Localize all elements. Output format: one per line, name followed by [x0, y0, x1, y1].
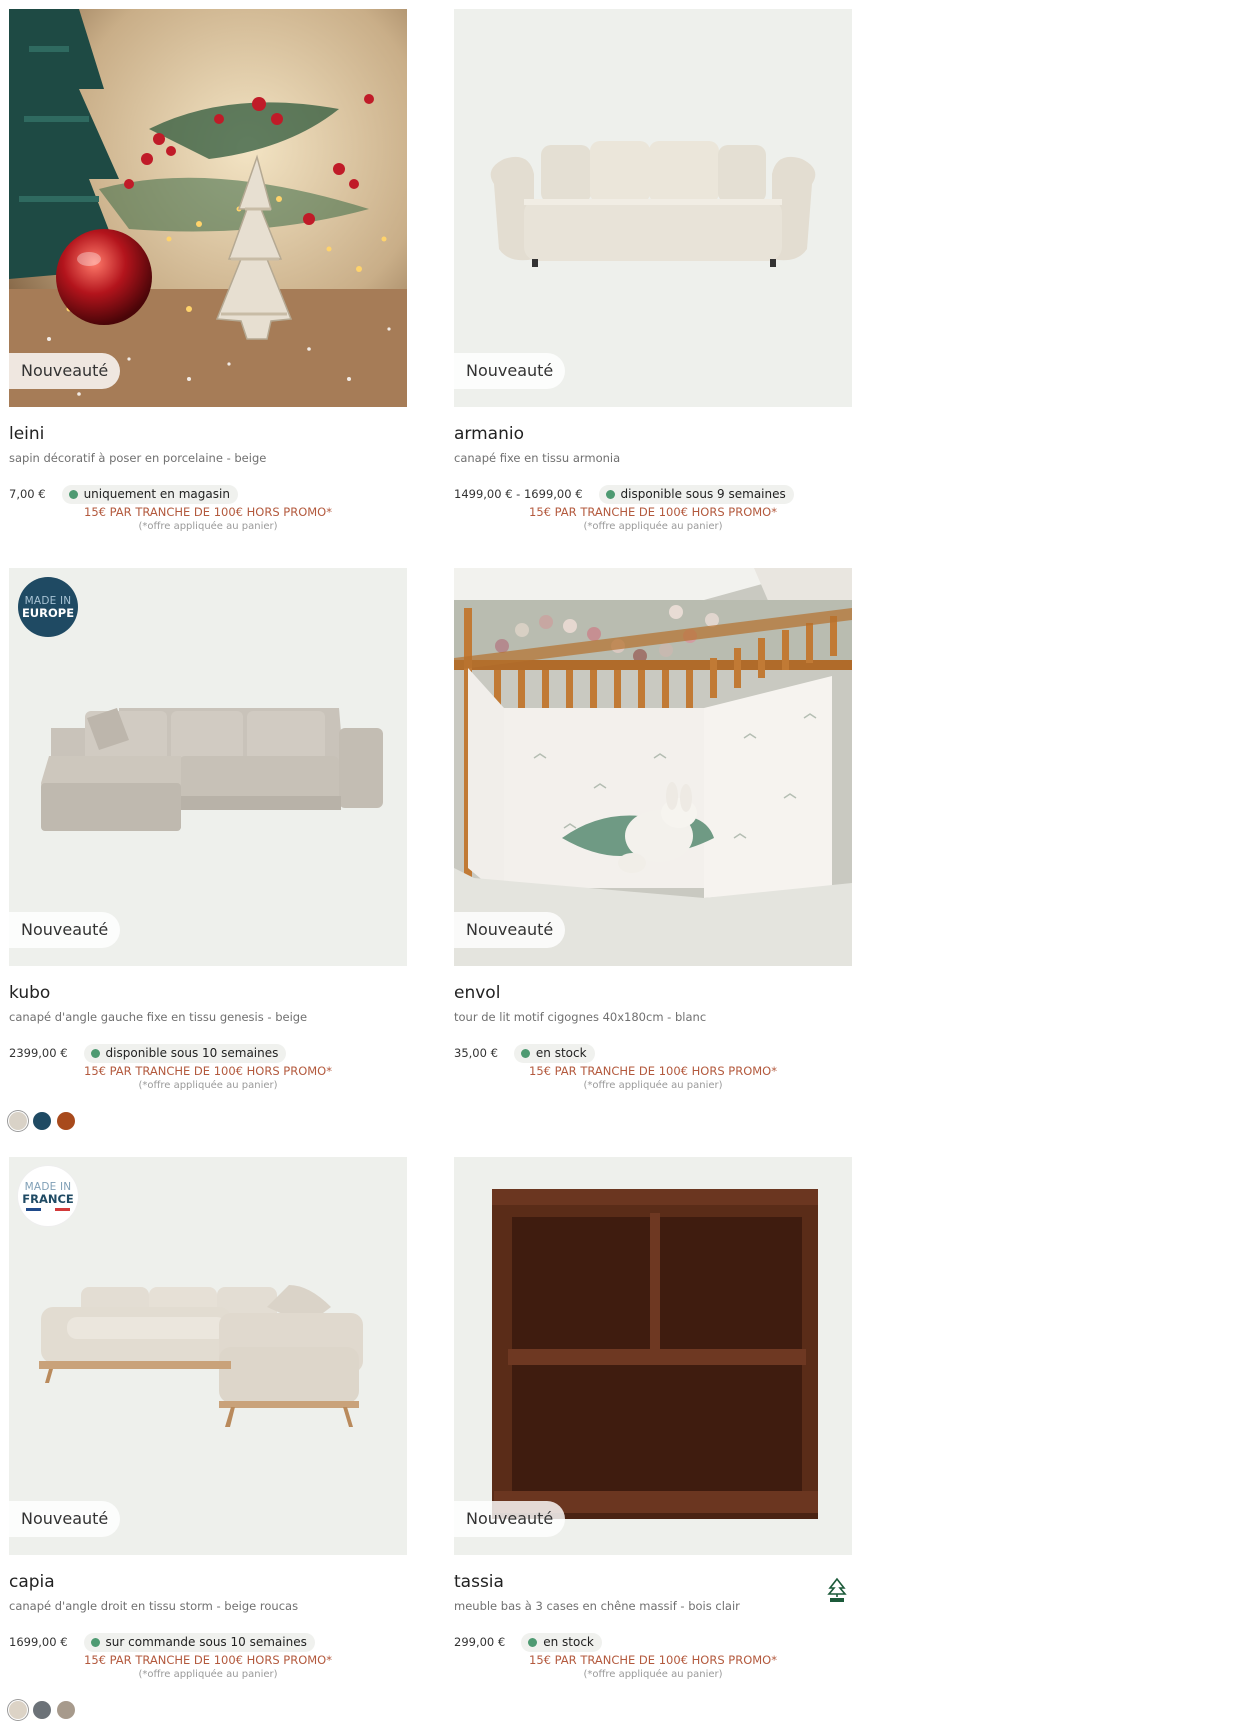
product-price: 2399,00 €	[9, 1046, 68, 1060]
product-card[interactable]: MADE IN FRANCE Nouveauté capia canapé d'…	[9, 1157, 407, 1719]
new-badge: Nouveauté	[454, 912, 566, 948]
availability-label: uniquement en magasin	[83, 487, 230, 501]
product-name[interactable]: envol	[454, 983, 852, 1007]
availability-badge: disponible sous 10 semaines	[83, 1043, 287, 1063]
product-name[interactable]: armanio	[454, 424, 852, 448]
made-in-europe-label: MADE IN EUROPE	[18, 577, 78, 637]
product-name[interactable]: tassia	[454, 1572, 852, 1596]
product-price: 1499,00 € - 1699,00 €	[454, 487, 583, 501]
new-badge: Nouveauté	[454, 1501, 566, 1537]
offer-note: (*offre appliquée au panier)	[583, 1080, 723, 1091]
product-price: 7,00 €	[9, 487, 46, 501]
product-description: sapin décoratif à poser en porcelaine - …	[9, 451, 267, 465]
made-in-label-line2: EUROPE	[21, 606, 75, 620]
availability-badge: sur commande sous 10 semaines	[83, 1632, 315, 1652]
availability-label: en stock	[535, 1046, 587, 1060]
offer-note: (*offre appliquée au panier)	[138, 1080, 278, 1091]
promo-text: 15€ PAR TRANCHE DE 100€ HORS PROMO*	[529, 1064, 777, 1078]
availability-dot-icon	[90, 1048, 100, 1058]
color-swatch[interactable]	[9, 1701, 27, 1719]
christmas-tree-photo	[9, 9, 407, 407]
color-swatch[interactable]	[57, 1112, 75, 1130]
product-price: 1699,00 €	[9, 1635, 68, 1649]
product-description: tour de lit motif cigognes 40x180cm - bl…	[454, 1010, 707, 1024]
availability-label: sur commande sous 10 semaines	[105, 1635, 307, 1649]
color-swatch[interactable]	[57, 1701, 75, 1719]
availability-label: disponible sous 10 semaines	[105, 1046, 279, 1060]
color-swatch[interactable]	[33, 1701, 51, 1719]
availability-dot-icon	[605, 489, 615, 499]
product-card[interactable]: Nouveauté envol tour de lit motif cigogn…	[454, 568, 852, 1094]
availability-dot-icon	[520, 1048, 530, 1058]
availability-badge: uniquement en magasin	[61, 484, 238, 504]
color-swatches	[9, 1112, 407, 1130]
sofa-photo	[454, 9, 852, 407]
product-image[interactable]: Nouveauté	[454, 9, 852, 407]
color-swatch[interactable]	[9, 1112, 27, 1130]
promo-text: 15€ PAR TRANCHE DE 100€ HORS PROMO*	[529, 1653, 777, 1667]
availability-dot-icon	[528, 1637, 538, 1647]
new-badge: Nouveauté	[9, 1501, 121, 1537]
product-description: meuble bas à 3 cases en chêne massif - b…	[454, 1599, 740, 1613]
product-name[interactable]: kubo	[9, 983, 407, 1007]
product-description: canapé d'angle gauche fixe en tissu gene…	[9, 1010, 308, 1024]
french-flag-icon	[26, 1208, 71, 1211]
made-in-label-line2: FRANCE	[22, 1192, 74, 1206]
crib-bumper-photo	[454, 568, 852, 966]
product-image[interactable]: MADE IN FRANCE Nouveauté	[9, 1157, 407, 1555]
availability-label: disponible sous 9 semaines	[620, 487, 786, 501]
promo-text: 15€ PAR TRANCHE DE 100€ HORS PROMO*	[529, 505, 777, 519]
availability-badge: en stock	[513, 1043, 595, 1063]
product-card[interactable]: Nouveauté leini sapin décoratif à poser …	[9, 9, 407, 535]
fsc-tree-icon	[827, 1577, 847, 1602]
product-image[interactable]: Nouveauté	[9, 9, 407, 407]
product-description: canapé fixe en tissu armonia	[454, 451, 621, 465]
product-image[interactable]: Nouveauté	[454, 1157, 852, 1555]
product-card[interactable]: MADE IN EUROPE Nouveauté kubo canapé d'a…	[9, 568, 407, 1130]
availability-dot-icon	[68, 489, 78, 499]
new-badge: Nouveauté	[9, 353, 121, 389]
availability-badge: en stock	[521, 1632, 602, 1652]
product-price: 299,00 €	[454, 1635, 506, 1649]
product-price: 35,00 €	[454, 1046, 498, 1060]
availability-badge: disponible sous 9 semaines	[598, 484, 794, 504]
made-in-france-label: MADE IN FRANCE	[18, 1166, 78, 1226]
offer-note: (*offre appliquée au panier)	[138, 521, 278, 532]
new-badge: Nouveauté	[9, 912, 121, 948]
promo-text: 15€ PAR TRANCHE DE 100€ HORS PROMO*	[84, 1064, 332, 1078]
product-image[interactable]: MADE IN EUROPE Nouveauté	[9, 568, 407, 966]
promo-text: 15€ PAR TRANCHE DE 100€ HORS PROMO*	[84, 505, 332, 519]
color-swatches	[9, 1701, 407, 1719]
product-name[interactable]: leini	[9, 424, 407, 448]
promo-text: 15€ PAR TRANCHE DE 100€ HORS PROMO*	[84, 1653, 332, 1667]
availability-label: en stock	[543, 1635, 594, 1649]
product-card[interactable]: Nouveauté tassia meuble bas à 3 cases en…	[454, 1157, 852, 1683]
offer-note: (*offre appliquée au panier)	[138, 1669, 278, 1680]
product-description: canapé d'angle droit en tissu storm - be…	[9, 1599, 299, 1613]
offer-note: (*offre appliquée au panier)	[583, 1669, 723, 1680]
offer-note: (*offre appliquée au panier)	[583, 521, 723, 532]
shelf-unit-photo	[454, 1157, 852, 1555]
color-swatch[interactable]	[33, 1112, 51, 1130]
product-image[interactable]: Nouveauté	[454, 568, 852, 966]
availability-dot-icon	[90, 1637, 100, 1647]
product-card[interactable]: Nouveauté armanio canapé fixe en tissu a…	[454, 9, 852, 535]
new-badge: Nouveauté	[454, 353, 566, 389]
product-name[interactable]: capia	[9, 1572, 407, 1596]
